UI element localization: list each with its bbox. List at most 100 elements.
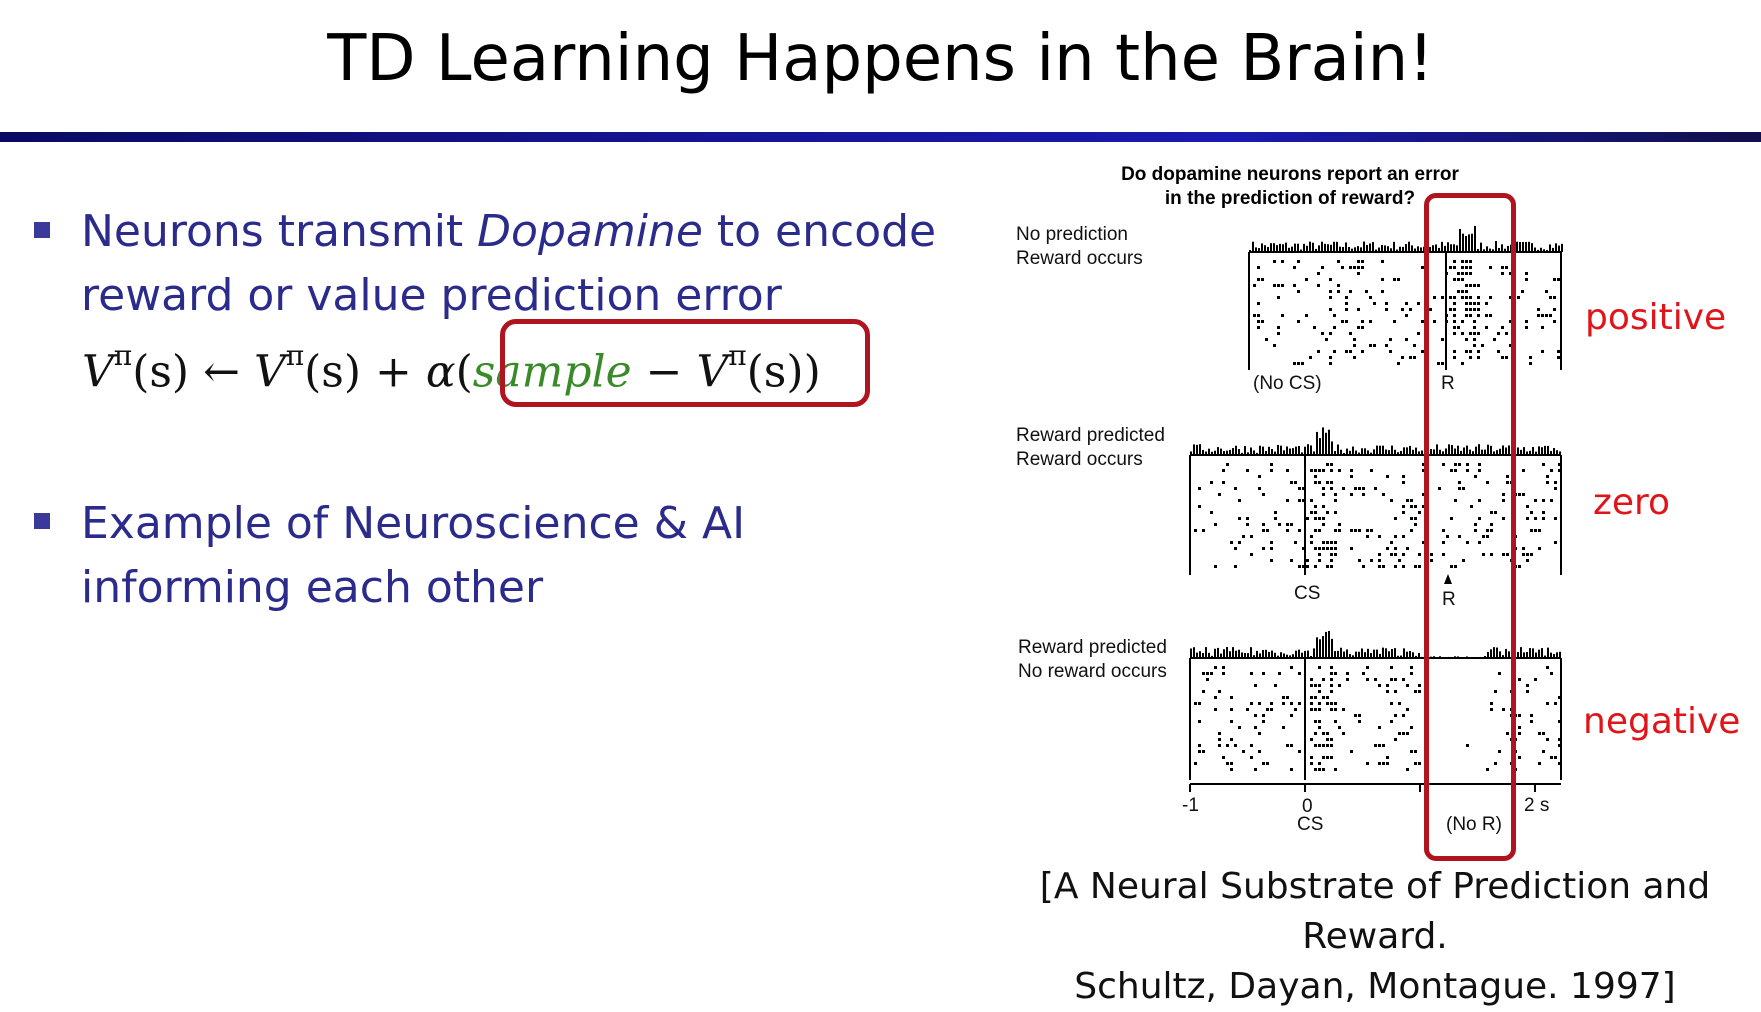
panel-3-spike <box>1330 708 1333 711</box>
panel-3-spike <box>1218 732 1221 735</box>
panel-2-spike <box>1418 565 1421 568</box>
panel-3-spike <box>1518 726 1521 729</box>
panel-3-histogram-bar <box>1526 652 1528 658</box>
panel-1-spike <box>1345 308 1348 311</box>
panel-3-spike <box>1322 678 1325 681</box>
panel-1-histogram-bar <box>1342 247 1344 252</box>
panel-3-spike <box>1550 672 1553 675</box>
panel-2-histogram-bar <box>1247 452 1249 455</box>
panel-1-spike <box>1369 344 1372 347</box>
panel-1-spike <box>1281 260 1284 263</box>
panel-1-spike <box>1361 260 1364 263</box>
panel-3-spike <box>1330 744 1333 747</box>
panel-2-spike <box>1298 529 1301 532</box>
panel-3-spike <box>1318 768 1321 771</box>
panel-2-histogram-bar <box>1520 450 1522 455</box>
panel-3-spike <box>1318 762 1321 765</box>
panel-1-spike <box>1521 290 1524 293</box>
panel-3-histogram-bar <box>1208 653 1210 658</box>
panel-1-spike <box>1281 284 1284 287</box>
panel-2-spike <box>1394 517 1397 520</box>
panel-3-spike <box>1278 672 1281 675</box>
panel-2-spike <box>1270 547 1273 550</box>
panel-2-spike <box>1554 481 1557 484</box>
panel-3-spike <box>1198 750 1201 753</box>
panel-3-spike <box>1366 678 1369 681</box>
panel-2-histogram-bar <box>1385 450 1387 455</box>
panel-2-histogram-bar <box>1205 452 1207 455</box>
panel-1-spike <box>1273 284 1276 287</box>
panel-3-spike <box>1194 762 1197 765</box>
panel-2-spike <box>1302 565 1305 568</box>
panel-1-histogram-bar <box>1546 250 1548 252</box>
panel-2-spike <box>1334 493 1337 496</box>
panel-1-spike <box>1337 260 1340 263</box>
panel-3-histogram-bar <box>1388 651 1390 658</box>
panel-2-spike <box>1526 517 1529 520</box>
panel-2-spike <box>1414 565 1417 568</box>
panel-1-spike <box>1397 278 1400 281</box>
panel-2-spike <box>1350 469 1353 472</box>
panel-3-spike <box>1390 666 1393 669</box>
panel-3-spike <box>1546 666 1549 669</box>
panel-3-spike <box>1542 732 1545 735</box>
panel-3-histogram-bar <box>1244 653 1246 658</box>
panel-2-spike <box>1522 493 1525 496</box>
panel-3-spike <box>1330 756 1333 759</box>
panel-2-spike <box>1366 529 1369 532</box>
panel-3-spike <box>1366 666 1369 669</box>
panel-1-no-cs-marker: (No CS) <box>1253 372 1322 396</box>
panel-1-histogram-bar <box>1411 245 1413 252</box>
panel-2-spike <box>1418 511 1421 514</box>
panel-1-histogram-bar <box>1549 244 1551 252</box>
panel-2-histogram-bar <box>1217 447 1219 455</box>
panel-3-spike <box>1518 714 1521 717</box>
panel-3-spike <box>1410 750 1413 753</box>
panel-2-spike <box>1314 517 1317 520</box>
panel-1-spike <box>1381 260 1384 263</box>
panel-2-spike <box>1410 505 1413 508</box>
panel-1-histogram-bar <box>1558 246 1560 252</box>
panel-2-spike <box>1310 535 1313 538</box>
panel-1-spike <box>1357 260 1360 263</box>
panel-3-spike <box>1518 756 1521 759</box>
panel-2-spike <box>1322 523 1325 526</box>
panel-3-spike <box>1238 726 1241 729</box>
panel-2-spike <box>1250 553 1253 556</box>
panel-2-spike <box>1306 565 1309 568</box>
panel-3-spike <box>1290 744 1293 747</box>
panel-3-histogram-bar <box>1319 639 1321 658</box>
panel-3-histogram-bar <box>1409 651 1411 658</box>
panel-2-histogram-bar <box>1214 451 1216 455</box>
panel-1-spike <box>1553 278 1556 281</box>
panel-3-histogram-bar <box>1421 657 1423 658</box>
panel-3-spike <box>1322 744 1325 747</box>
panel-3-histogram-bar <box>1331 639 1333 658</box>
panel-1-spike <box>1277 296 1280 299</box>
panel-3-spike <box>1254 714 1257 717</box>
panel-2-spike <box>1314 529 1317 532</box>
panel-2-spike <box>1290 523 1293 526</box>
panel-2-spike <box>1334 553 1337 556</box>
panel-3-histogram-bar <box>1199 651 1201 658</box>
panel-3-spike <box>1410 666 1413 669</box>
panel-3-spike <box>1214 696 1217 699</box>
panel-3-spike <box>1414 690 1417 693</box>
citation: [A Neural Substrate of Prediction and Re… <box>985 862 1761 1012</box>
panel-2-histogram-bar <box>1373 449 1375 455</box>
panel-1-histogram-bar <box>1375 249 1377 252</box>
panel-2-spike <box>1538 529 1541 532</box>
panel-2-spike <box>1262 547 1265 550</box>
panel-3-spike <box>1382 744 1385 747</box>
panel-2-spike <box>1542 511 1545 514</box>
panel-2-spike <box>1390 499 1393 502</box>
panel-3-spike <box>1314 696 1317 699</box>
panel-1-histogram-bar <box>1405 244 1407 252</box>
panel-3-spike <box>1350 750 1353 753</box>
panel-1-spike <box>1321 266 1324 269</box>
panel-2-spike <box>1318 553 1321 556</box>
citation-line2: Schultz, Dayan, Montague. 1997] <box>985 962 1761 1012</box>
panel-3-histogram-bar <box>1253 655 1255 658</box>
panel-2-spike <box>1334 547 1337 550</box>
panel-3-spike <box>1386 756 1389 759</box>
